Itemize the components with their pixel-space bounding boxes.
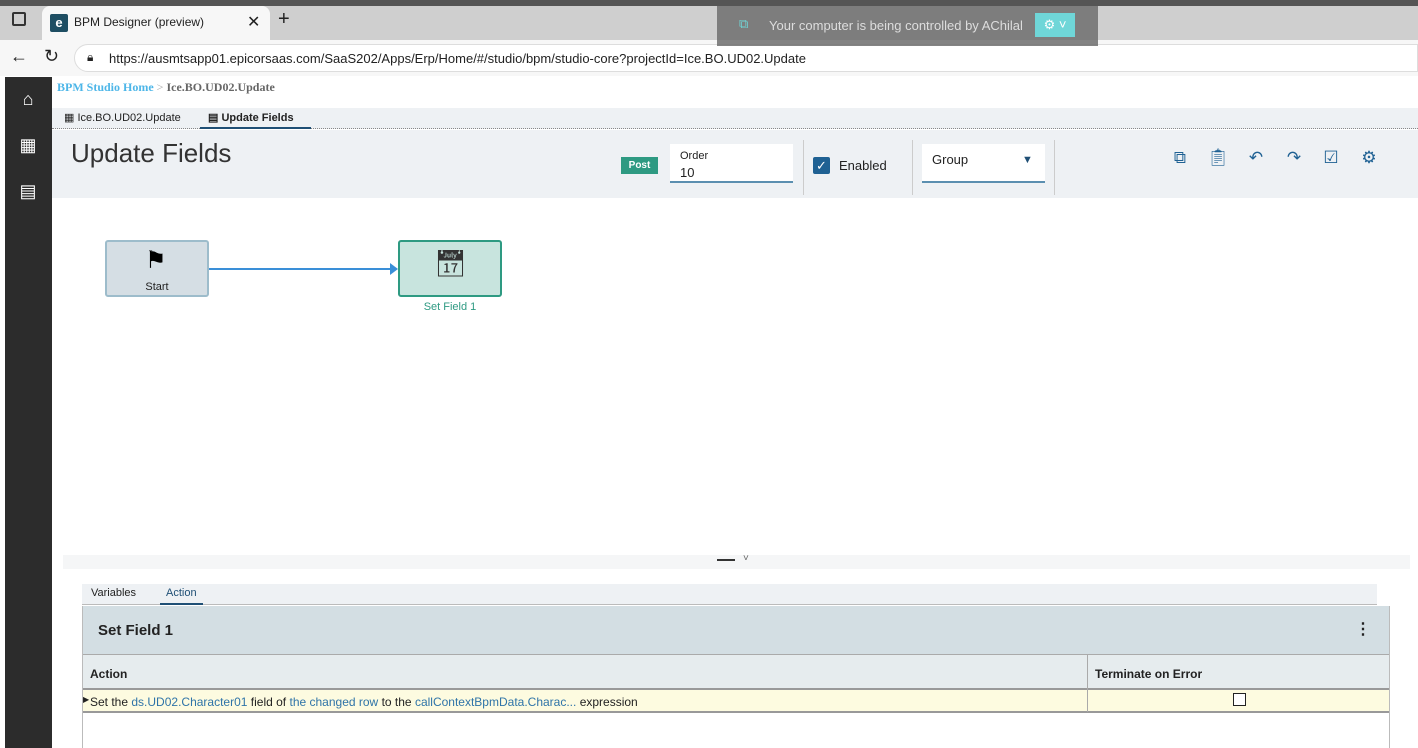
copy-icon[interactable]: ⧉	[1169, 148, 1191, 170]
lock-icon: 🔒︎	[87, 50, 94, 64]
grid-icon[interactable]: ▦	[17, 135, 39, 157]
expression-link[interactable]: callContextBpmData.Charac...	[415, 695, 576, 709]
new-tab-button[interactable]: +	[278, 8, 290, 31]
window-menu-icon[interactable]	[12, 12, 26, 26]
breadcrumb-home[interactable]: BPM Studio Home	[57, 80, 154, 94]
tab-label: Update Fields	[221, 112, 294, 124]
paste-icon[interactable]: 📋︎	[1207, 148, 1229, 170]
text: to the	[381, 695, 412, 709]
document-icon: ▤	[208, 112, 222, 124]
page-title: Update Fields	[71, 138, 232, 168]
enabled-label: Enabled	[839, 158, 887, 173]
browser-tab-bar: e BPM Designer (preview) ✕ +	[0, 0, 1418, 40]
close-tab-icon[interactable]: ✕	[247, 12, 260, 32]
remote-control-banner: ⧉ Your computer is being controlled by A…	[717, 6, 1098, 46]
table-header: Action Terminate on Error	[83, 654, 1389, 691]
connector-arrow	[390, 263, 398, 275]
workflow-canvas[interactable]: ⚑ Start 📅︎ Set Field 1	[63, 198, 1410, 555]
panel-title: Set Field 1	[98, 622, 174, 639]
node-label: Set Field 1	[423, 301, 477, 313]
tab-variables[interactable]: Variables	[91, 587, 136, 599]
text: field of	[250, 695, 287, 709]
column-divider	[1087, 690, 1088, 712]
divider	[1054, 140, 1055, 195]
calendar-icon: 📅︎	[434, 248, 468, 278]
column-header-action: Action	[90, 667, 128, 681]
start-node[interactable]: ⚑ Start	[105, 240, 209, 297]
bottom-tabs: Variables Action	[82, 584, 1377, 605]
reload-icon[interactable]: ↻	[44, 46, 59, 67]
validate-icon[interactable]: ☑	[1320, 148, 1342, 170]
order-field[interactable]: Order 10	[670, 144, 793, 183]
node-label: Start	[145, 281, 169, 293]
app-sidebar: ⌂ ▦ ▤	[5, 77, 52, 748]
text: Set the	[90, 695, 129, 709]
breadcrumb-separator: >	[156, 80, 164, 94]
order-label: Order	[680, 150, 709, 162]
home-icon[interactable]: ⌂	[17, 89, 39, 111]
breadcrumb: BPM Studio Home > Ice.BO.UD02.Update	[57, 80, 275, 95]
url-text: https://ausmtsapp01.epicorsaas.com/SaaS2…	[109, 51, 806, 66]
breadcrumb-current: Ice.BO.UD02.Update	[166, 80, 275, 94]
url-input[interactable]: 🔒︎ https://ausmtsapp01.epicorsaas.com/Sa…	[74, 44, 1418, 72]
divider	[912, 140, 913, 195]
table-icon: ▦	[64, 112, 78, 124]
action-description: Set the ds.UD02.Character01 field of the…	[90, 695, 638, 709]
address-bar-row: ← ↻ 🔒︎ https://ausmtsapp01.epicorsaas.co…	[0, 40, 1418, 76]
chevron-down-icon: ▼	[1022, 154, 1033, 166]
favicon-icon: e	[50, 14, 68, 32]
flag-icon: ⚑	[145, 247, 167, 274]
set-field-node[interactable]: 📅︎	[398, 240, 502, 297]
document-icon[interactable]: ▤	[17, 181, 39, 203]
tab-title: BPM Designer (preview)	[74, 15, 205, 29]
redo-icon[interactable]: ↷	[1283, 148, 1305, 170]
tab-label: Ice.BO.UD02.Update	[77, 112, 181, 124]
enabled-checkbox[interactable]: ✓	[813, 157, 830, 174]
column-header-terminate: Terminate on Error	[1095, 667, 1203, 681]
banner-text: Your computer is being controlled by ACh…	[769, 18, 1023, 33]
settings-icon[interactable]: ⚙	[1358, 148, 1380, 170]
tab-project[interactable]: ▦ Ice.BO.UD02.Update	[64, 111, 181, 124]
browser-tab[interactable]: e BPM Designer (preview) ✕	[42, 6, 270, 40]
post-badge: Post	[621, 157, 658, 174]
row-indicator-icon: ▶	[83, 695, 90, 704]
row-link[interactable]: the changed row	[289, 695, 378, 709]
back-icon[interactable]: ←	[10, 46, 28, 67]
more-options-icon[interactable]: ⋮	[1355, 619, 1371, 639]
tab-update-fields[interactable]: ▤ Update Fields	[200, 108, 311, 129]
panel-splitter[interactable]: ˅	[63, 553, 1410, 569]
splitter-handle[interactable]	[717, 559, 735, 561]
table-row[interactable]: ▶ Set the ds.UD02.Character01 field of t…	[83, 690, 1389, 713]
connector-line	[209, 268, 396, 270]
undo-icon[interactable]: ↶	[1245, 148, 1267, 170]
text: expression	[579, 695, 638, 709]
remote-icon: ⧉	[739, 16, 749, 31]
order-value: 10	[680, 165, 695, 180]
terminate-on-error-checkbox[interactable]	[1233, 693, 1246, 706]
panel-header: Set Field 1 ⋮	[83, 606, 1389, 654]
tab-action[interactable]: Action	[160, 584, 203, 605]
action-panel: Set Field 1 ⋮ Action Terminate on Error …	[82, 606, 1390, 748]
field-link[interactable]: ds.UD02.Character01	[131, 695, 247, 709]
designer-header: Update Fields Post Order 10 ✓ Enabled Gr…	[52, 130, 1418, 198]
page-tabs: ▦ Ice.BO.UD02.Update ▤ Update Fields	[52, 108, 1418, 129]
group-label: Group	[932, 152, 969, 167]
group-select[interactable]: Group ▼	[922, 144, 1045, 183]
divider	[803, 140, 804, 195]
chevron-down-icon[interactable]: ˅	[743, 553, 749, 564]
column-divider	[1087, 655, 1088, 691]
banner-settings-button[interactable]: ⚙ ˅	[1035, 13, 1075, 37]
